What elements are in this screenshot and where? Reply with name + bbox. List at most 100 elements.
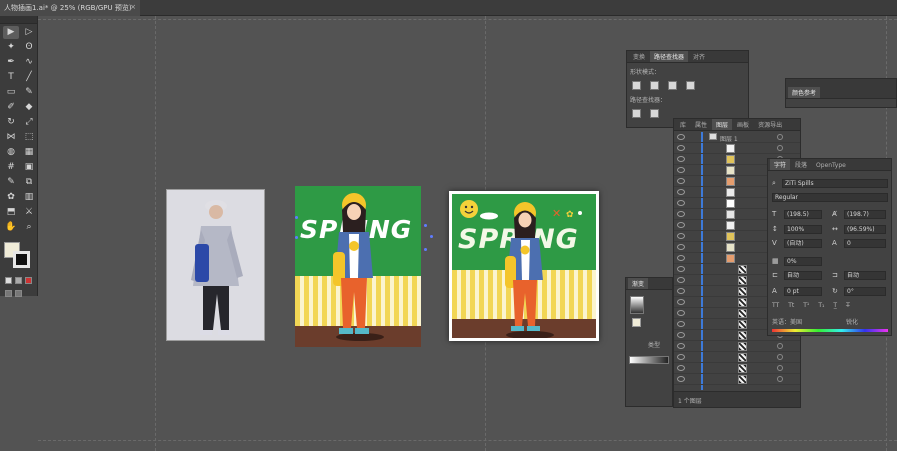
- all-caps-button[interactable]: TT: [772, 302, 779, 309]
- target-circle-icon[interactable]: [777, 365, 783, 371]
- tab-libraries[interactable]: 库: [676, 119, 690, 130]
- layer-row[interactable]: [674, 374, 800, 385]
- small-caps-button[interactable]: Tt: [788, 302, 794, 309]
- stroke-swatch[interactable]: [13, 251, 30, 268]
- target-circle-icon[interactable]: [777, 134, 783, 140]
- tsume-field[interactable]: 0%: [784, 257, 822, 266]
- gradient-tool-icon[interactable]: ▣: [21, 161, 37, 174]
- visibility-eye-icon[interactable]: [677, 189, 685, 195]
- color-mode-button[interactable]: [5, 277, 12, 284]
- blend-tool-icon[interactable]: ⧉: [21, 176, 37, 189]
- target-circle-icon[interactable]: [777, 145, 783, 151]
- illustration-artboard-1[interactable]: SPRING: [295, 186, 421, 347]
- target-circle-icon[interactable]: [777, 376, 783, 382]
- target-circle-icon[interactable]: [777, 354, 783, 360]
- font-style-field[interactable]: Regular: [772, 193, 888, 202]
- gradient-preview-swatch[interactable]: [630, 296, 644, 314]
- zoom-tool-icon[interactable]: ⌕: [21, 221, 37, 234]
- selection-handle[interactable]: [295, 216, 298, 219]
- visibility-eye-icon[interactable]: [677, 321, 685, 327]
- visibility-eye-icon[interactable]: [677, 266, 685, 272]
- font-family-field[interactable]: ZiTi Spills: [782, 179, 888, 188]
- magic-wand-icon[interactable]: ✦: [3, 41, 19, 54]
- selection-handle[interactable]: [424, 224, 427, 227]
- paintbrush-icon[interactable]: ✎: [21, 86, 37, 99]
- visibility-eye-icon[interactable]: [677, 343, 685, 349]
- slice-tool-icon[interactable]: ⚔: [21, 206, 37, 219]
- close-tab-icon[interactable]: ×: [130, 3, 136, 11]
- strikethrough-button[interactable]: T̶: [846, 302, 850, 309]
- layer-row[interactable]: [674, 363, 800, 374]
- direct-selection-tool-icon[interactable]: ▷: [21, 26, 37, 39]
- type-tool-icon[interactable]: T: [3, 71, 19, 84]
- baseline-shift-field[interactable]: 0 pt: [784, 287, 822, 296]
- visibility-eye-icon[interactable]: [677, 310, 685, 316]
- aki-left-field[interactable]: 自动: [784, 271, 822, 280]
- pen-tool-icon[interactable]: ✒: [3, 56, 19, 69]
- gradient-fill-swatch[interactable]: [632, 318, 641, 327]
- visibility-eye-icon[interactable]: [677, 145, 685, 151]
- subscript-button[interactable]: T₁: [818, 302, 824, 309]
- artboard-tool-icon[interactable]: ⬒: [3, 206, 19, 219]
- layer-name[interactable]: 图层 1: [720, 134, 738, 143]
- gradient-mode-button[interactable]: [15, 277, 22, 284]
- visibility-eye-icon[interactable]: [677, 211, 685, 217]
- tab-character[interactable]: 字符: [770, 159, 791, 170]
- intersect-button[interactable]: [668, 81, 677, 90]
- scale-tool-icon[interactable]: ⤢: [21, 116, 37, 129]
- kerning-field[interactable]: (自动): [784, 239, 822, 248]
- free-transform-icon[interactable]: ⬚: [21, 131, 37, 144]
- rotate-tool-icon[interactable]: ↻: [3, 116, 19, 129]
- tab-align[interactable]: 对齐: [689, 51, 709, 62]
- visibility-eye-icon[interactable]: [677, 178, 685, 184]
- layer-row[interactable]: 图层 1: [674, 132, 800, 143]
- rectangle-tool-icon[interactable]: ▭: [3, 86, 19, 99]
- none-mode-button[interactable]: [25, 277, 32, 284]
- selection-tool-icon[interactable]: ▶: [3, 26, 19, 39]
- layer-row[interactable]: [674, 143, 800, 154]
- selection-handle[interactable]: [424, 248, 427, 251]
- visibility-eye-icon[interactable]: [677, 299, 685, 305]
- trim-button[interactable]: [650, 109, 659, 118]
- target-circle-icon[interactable]: [777, 343, 783, 349]
- visibility-eye-icon[interactable]: [677, 354, 685, 360]
- tab-layers[interactable]: 图层: [712, 119, 733, 130]
- tab-paragraph[interactable]: 段落: [791, 159, 811, 170]
- visibility-eye-icon[interactable]: [677, 134, 685, 140]
- symbol-sprayer-icon[interactable]: ✿: [3, 191, 19, 204]
- leading-field[interactable]: (198.7): [844, 210, 886, 219]
- visibility-eye-icon[interactable]: [677, 156, 685, 162]
- superscript-button[interactable]: T¹: [803, 302, 809, 309]
- underline-button[interactable]: T̲: [833, 302, 837, 309]
- eraser-icon[interactable]: ◆: [21, 101, 37, 114]
- width-tool-icon[interactable]: ⋈: [3, 131, 19, 144]
- visibility-eye-icon[interactable]: [677, 255, 685, 261]
- tab-artboards[interactable]: 画板: [733, 119, 753, 130]
- mesh-tool-icon[interactable]: #: [3, 161, 19, 174]
- tab-gradient[interactable]: 渐变: [628, 278, 649, 289]
- vertical-scale-field[interactable]: 100%: [784, 225, 822, 234]
- visibility-eye-icon[interactable]: [677, 222, 685, 228]
- rotation-field[interactable]: 0°: [844, 287, 886, 296]
- column-graph-icon[interactable]: ▥: [21, 191, 37, 204]
- visibility-eye-icon[interactable]: [677, 167, 685, 173]
- tab-asset-export[interactable]: 资源导出: [754, 119, 786, 130]
- visibility-eye-icon[interactable]: [677, 244, 685, 250]
- font-size-field[interactable]: (198.5): [784, 210, 822, 219]
- visibility-eye-icon[interactable]: [677, 365, 685, 371]
- screen-mode-button[interactable]: [15, 290, 22, 297]
- tab-color-guide[interactable]: 颜色参考: [788, 87, 821, 98]
- tab-opentype[interactable]: OpenType: [812, 161, 850, 170]
- unite-button[interactable]: [632, 81, 641, 90]
- tab-transform[interactable]: 变换: [629, 51, 649, 62]
- eyedropper-icon[interactable]: ✎: [3, 176, 19, 189]
- minus-front-button[interactable]: [650, 81, 659, 90]
- curvature-tool-icon[interactable]: ∿: [21, 56, 37, 69]
- perspective-grid-icon[interactable]: ▦: [21, 146, 37, 159]
- document-tab[interactable]: 人物插画1.ai* @ 25% (RGB/GPU 预览) ×: [0, 0, 140, 16]
- layer-row[interactable]: [674, 341, 800, 352]
- tracking-field[interactable]: 0: [844, 239, 886, 248]
- visibility-eye-icon[interactable]: [677, 200, 685, 206]
- reference-photo[interactable]: [166, 189, 265, 341]
- hand-tool-icon[interactable]: ✋: [3, 221, 19, 234]
